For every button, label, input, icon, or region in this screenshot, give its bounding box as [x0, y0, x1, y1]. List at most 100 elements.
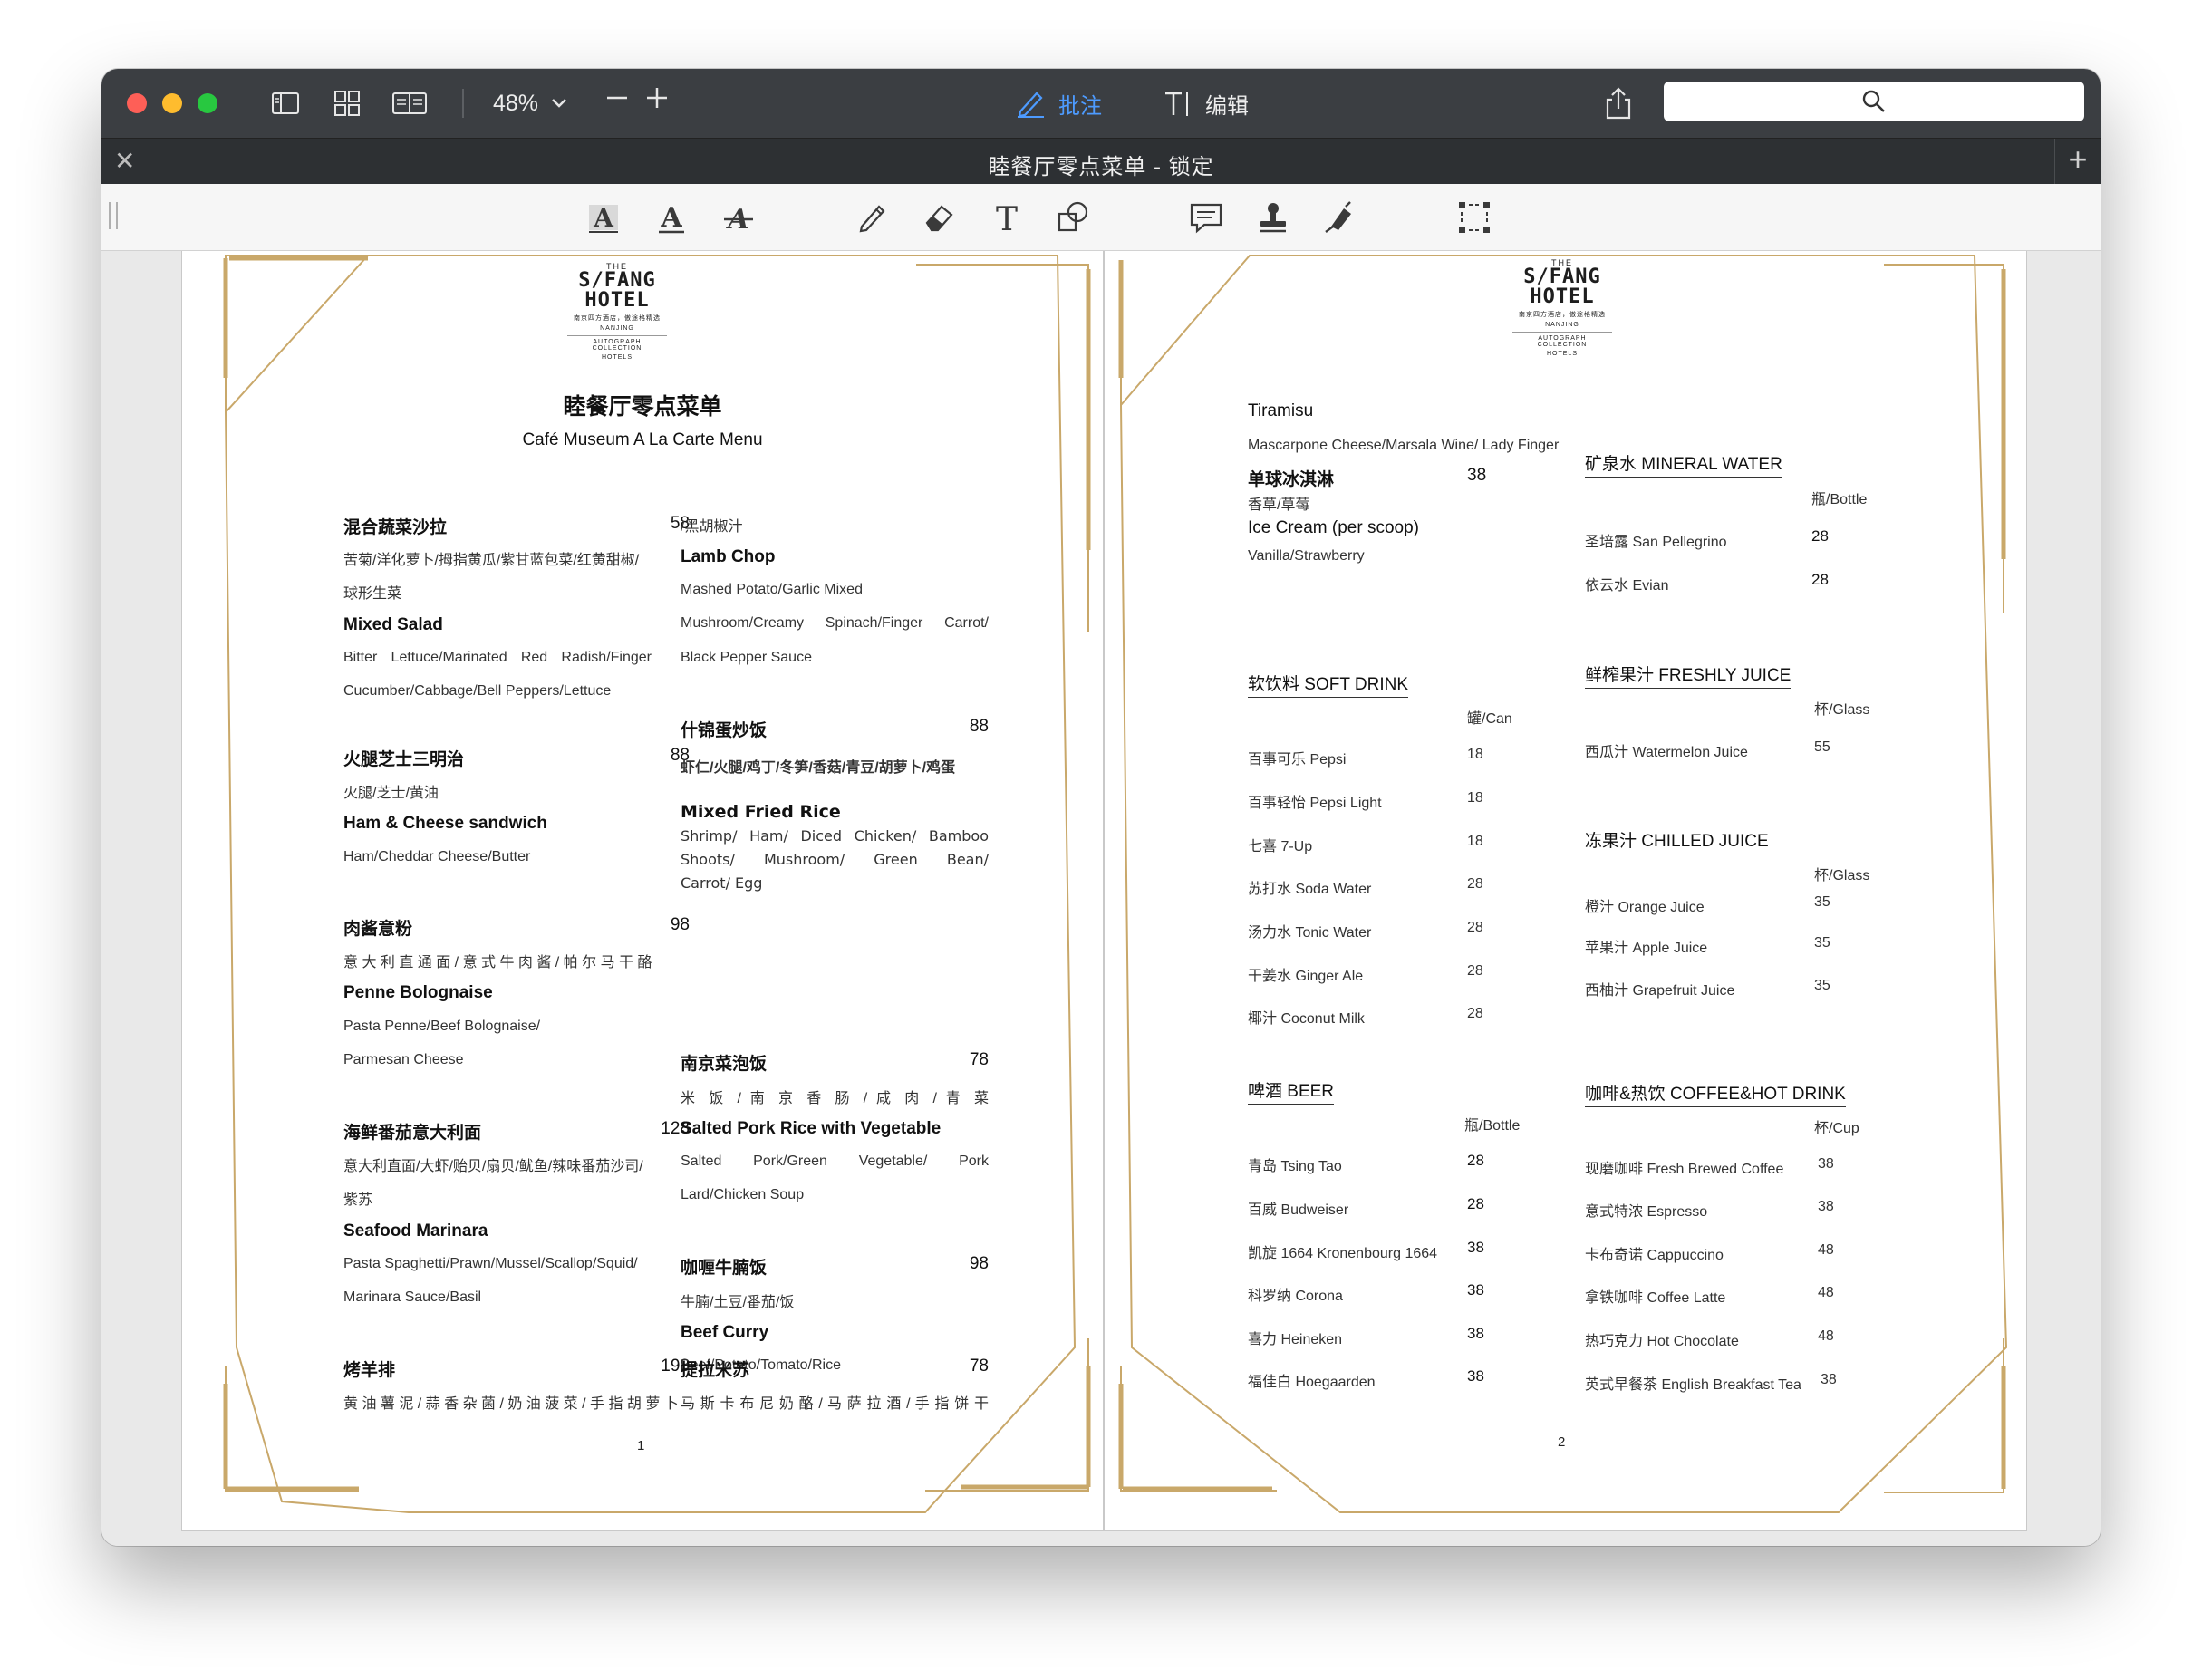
drink-price: 38	[1818, 1156, 1834, 1172]
drink-price: 28	[1811, 571, 1829, 588]
hotel-logo: THE S/FANG HOTEL 南京四方酒店，傲途格精选 NANJING AU…	[1490, 258, 1635, 357]
document-view[interactable]: THE S/FANG HOTEL 南京四方酒店，傲途格精选 NANJING AU…	[101, 251, 2101, 1546]
section-heading: 鲜榨果汁 FRESHLY JUICE	[1585, 661, 1792, 689]
dish-desc-en: Parmesan Cheese	[343, 1052, 464, 1067]
unit-label: 杯/Glass	[1814, 702, 1870, 718]
dish-name-zh: 咖喱牛腩饭	[681, 1259, 768, 1278]
drink-price: 48	[1818, 1285, 1834, 1300]
reading-mode-icon[interactable]	[391, 87, 428, 120]
dish-name-zh: 混合蔬菜沙拉	[343, 518, 448, 537]
sidebar-toggle-icon[interactable]	[270, 87, 301, 120]
drink-name: 椰汁 Coconut Milk	[1248, 1011, 1365, 1027]
dish-desc-en: Pasta Spaghetti/Prawn/Mussel/Scallop/Squ…	[343, 1256, 638, 1271]
dish-price: 38	[1467, 466, 1487, 485]
signature-pen-tool-icon[interactable]	[1319, 197, 1361, 238]
dish-desc-zh: 香草/草莓	[1248, 497, 1310, 513]
drink-price: 18	[1467, 834, 1483, 849]
drink-price: 55	[1814, 739, 1830, 755]
zoom-window-button[interactable]	[198, 93, 217, 113]
edit-mode-button[interactable]: 编辑	[1162, 85, 1249, 121]
drink-name: 百事轻怡 Pepsi Light	[1248, 796, 1382, 811]
shapes-tool-icon[interactable]	[1053, 197, 1095, 238]
dish-desc-zh: 火腿/芝士/黄油	[343, 786, 439, 801]
drink-name: 喜力 Heineken	[1248, 1332, 1343, 1347]
document-tab-title[interactable]: 睦餐厅零点菜单 - 锁定	[101, 149, 2101, 180]
text-box-tool-icon[interactable]: T	[986, 197, 1028, 238]
drink-name: 拿铁咖啡 Coffee Latte	[1585, 1290, 1726, 1306]
zoom-level: 48%	[493, 90, 539, 116]
dish-price: 98	[969, 1254, 989, 1273]
title-bar: 48% 批注 编辑	[101, 69, 2101, 138]
comment-note-tool-icon[interactable]	[1185, 197, 1227, 238]
drink-price: 38	[1467, 1239, 1484, 1256]
dish-name-en: Tiramisu	[1248, 401, 1314, 420]
drink-name: 汤力水 Tonic Water	[1248, 925, 1372, 941]
zoom-out-button[interactable]	[605, 83, 629, 120]
drink-name: 干姜水 Ginger Ale	[1248, 969, 1364, 984]
drink-name: 百事可乐 Pepsi	[1248, 752, 1347, 768]
dish-desc-zh: 球形生菜	[343, 586, 402, 602]
dish-desc-en: Salted Pork/Green Vegetable/ Pork	[681, 1154, 989, 1169]
drink-name: 卡布奇诺 Cappuccino	[1585, 1248, 1724, 1263]
dish-desc-en: Lard/Chicken Soup	[681, 1187, 805, 1202]
dish-name-en: Mixed Fried Rice	[681, 802, 841, 822]
svg-text:A: A	[660, 202, 682, 234]
dish-desc-zh: 苦菊/洋化萝卜/拇指黄瓜/紫甘蓝包菜/红黄甜椒/	[343, 553, 640, 568]
section-heading: 啤酒 BEER	[1248, 1077, 1335, 1105]
dish-name-zh: 什锦蛋炒饭	[681, 721, 768, 740]
pen-tool-icon[interactable]	[852, 197, 893, 238]
zoom-in-button[interactable]	[645, 83, 669, 120]
drink-price: 35	[1814, 978, 1830, 993]
annotate-label: 批注	[1058, 93, 1102, 119]
underline-text-tool-icon[interactable]: A	[651, 197, 692, 238]
section-heading: 软饮料 SOFT DRINK	[1248, 671, 1408, 698]
dish-desc-zh: 米 饭 / 南 京 香 肠 / 咸 肉 / 青 菜	[681, 1091, 989, 1106]
drink-name: 现磨咖啡 Fresh Brewed Coffee	[1585, 1162, 1784, 1177]
svg-text:T: T	[996, 201, 1018, 236]
dish-desc-en: Mushroom/Creamy Spinach/Finger Carrot/	[681, 615, 989, 631]
dish-name-zh: 肉酱意粉	[343, 920, 413, 939]
section-heading: 矿泉水 MINERAL WATER	[1585, 450, 1782, 478]
dish-name-zh: 火腿芝士三明治	[343, 750, 465, 769]
dish-name-en: Salted Pork Rice with Vegetable	[681, 1119, 942, 1138]
drink-name: 西瓜汁 Watermelon Juice	[1585, 745, 1748, 760]
minimize-window-button[interactable]	[162, 93, 182, 113]
dish-desc-zh: 马 斯 卡 布 尼 奶 酪 / 马 萨 拉 酒 / 手 指 饼 干	[681, 1396, 989, 1412]
drink-name: 热巧克力 Hot Chocolate	[1585, 1334, 1739, 1349]
toolbar-separator	[462, 89, 464, 118]
dish-name-en: Penne Bolognaise	[343, 983, 493, 1002]
dish-desc-zh: 紫苏	[343, 1192, 373, 1208]
annotate-mode-button[interactable]: 批注	[1015, 85, 1102, 121]
share-icon[interactable]	[1600, 85, 1637, 121]
drink-name: 圣培露 San Pellegrino	[1585, 535, 1727, 550]
drink-price: 28	[1467, 1152, 1484, 1169]
search-field[interactable]	[1664, 82, 2084, 121]
dish-name-zh: 南京菜泡饭	[681, 1055, 768, 1074]
dish-desc-en: Carrot/ Egg	[681, 874, 763, 892]
selection-tool-icon[interactable]	[1454, 197, 1495, 238]
drink-price: 28	[1467, 876, 1483, 892]
dish-desc-zh: /黑胡椒汁	[681, 519, 743, 535]
highlight-text-tool-icon[interactable]: A	[584, 197, 625, 238]
stamp-tool-icon[interactable]	[1252, 197, 1294, 238]
pdf-reader-window: 48% 批注 编辑 ✕ 睦餐厅零点菜单 - 锁定 + A A A T THE S…	[101, 69, 2101, 1546]
toolbar-grip-handle[interactable]	[109, 202, 118, 229]
annotation-toolbar: A A A T	[101, 184, 2101, 251]
thumbnail-grid-icon[interactable]	[332, 87, 362, 120]
close-window-button[interactable]	[127, 93, 147, 113]
zoom-dropdown[interactable]: 48%	[493, 87, 567, 120]
menu-title-zh: 睦餐厅零点菜单	[563, 394, 722, 420]
pencil-icon	[1018, 92, 1044, 118]
strikethrough-text-tool-icon[interactable]: A	[718, 197, 759, 238]
drink-price: 38	[1818, 1199, 1834, 1214]
drink-price: 35	[1814, 935, 1830, 951]
dish-name-zh: 烤羊排	[343, 1361, 396, 1380]
eraser-tool-icon[interactable]	[919, 197, 961, 238]
pdf-page-2: THE S/FANG HOTEL 南京四方酒店，傲途格精选 NANJING AU…	[1104, 251, 2027, 1531]
unit-label: 瓶/Bottle	[1811, 492, 1868, 507]
dish-desc-en: Bitter Lettuce/Marinated Red Radish/Fing…	[343, 650, 652, 665]
drink-price: 28	[1467, 1006, 1483, 1021]
new-tab-button[interactable]: +	[2054, 139, 2101, 184]
drink-name: 凯旋 1664 Kronenbourg 1664	[1248, 1246, 1438, 1261]
dish-price: 78	[969, 1050, 989, 1069]
